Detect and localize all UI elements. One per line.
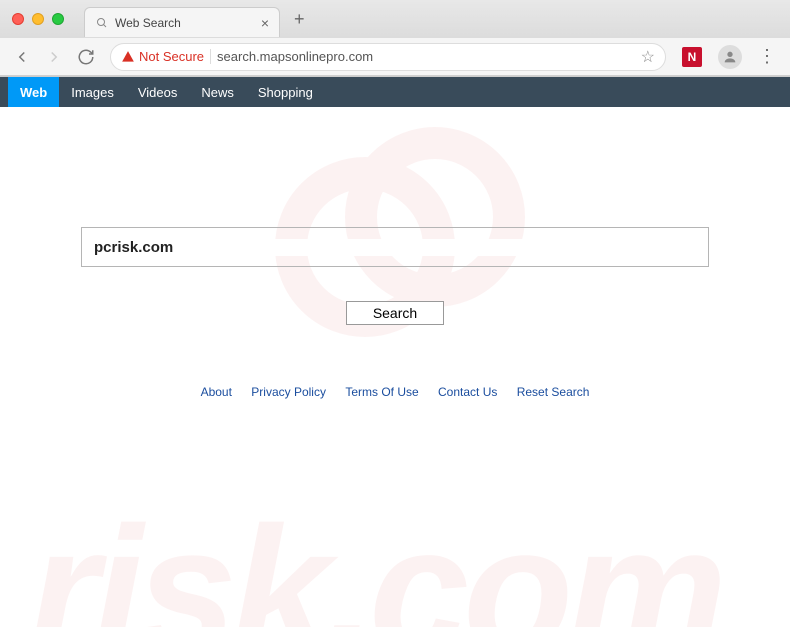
- tab-images[interactable]: Images: [59, 77, 126, 107]
- forward-button[interactable]: [40, 43, 68, 71]
- search-box: [81, 227, 709, 267]
- search-icon: [95, 16, 109, 30]
- browser-tab[interactable]: Web Search ×: [84, 7, 280, 37]
- security-warning[interactable]: Not Secure: [121, 49, 211, 64]
- close-tab-icon[interactable]: ×: [261, 15, 269, 31]
- footer-links: About Privacy Policy Terms Of Use Contac…: [0, 385, 790, 399]
- search-button[interactable]: Search: [346, 301, 444, 325]
- not-secure-label: Not Secure: [139, 49, 204, 64]
- tab-title: Web Search: [115, 16, 255, 30]
- tab-videos[interactable]: Videos: [126, 77, 190, 107]
- bookmark-star-icon[interactable]: ☆: [641, 47, 655, 67]
- tab-web[interactable]: Web: [8, 77, 59, 107]
- browser-menu-button[interactable]: ⋮: [752, 46, 782, 67]
- tab-bar: Web Search × +: [0, 0, 790, 38]
- footer-link-contact[interactable]: Contact Us: [438, 385, 497, 399]
- back-button[interactable]: [8, 43, 36, 71]
- footer-link-terms[interactable]: Terms Of Use: [345, 385, 418, 399]
- page-content: risk.com Web Images Videos News Shopping…: [0, 77, 790, 399]
- address-bar[interactable]: Not Secure search.mapsonlinepro.com ☆: [110, 43, 666, 71]
- new-tab-button[interactable]: +: [294, 9, 305, 30]
- tab-shopping[interactable]: Shopping: [246, 77, 325, 107]
- footer-link-about[interactable]: About: [201, 385, 232, 399]
- maximize-window-button[interactable]: [52, 13, 64, 25]
- browser-chrome: Web Search × + Not Secure search.mapsonl…: [0, 0, 790, 77]
- search-area: Search: [0, 107, 790, 325]
- minimize-window-button[interactable]: [32, 13, 44, 25]
- search-input[interactable]: [94, 239, 696, 256]
- profile-avatar[interactable]: [718, 45, 742, 69]
- footer-link-privacy[interactable]: Privacy Policy: [251, 385, 326, 399]
- close-window-button[interactable]: [12, 13, 24, 25]
- person-icon: [722, 49, 738, 65]
- url-text: search.mapsonlinepro.com: [217, 49, 373, 64]
- browser-toolbar: Not Secure search.mapsonlinepro.com ☆ N …: [0, 38, 790, 76]
- window-controls: [8, 13, 72, 25]
- extension-badge[interactable]: N: [682, 47, 702, 67]
- footer-link-reset[interactable]: Reset Search: [517, 385, 590, 399]
- tab-news[interactable]: News: [189, 77, 246, 107]
- search-category-tabs: Web Images Videos News Shopping: [0, 77, 790, 107]
- reload-button[interactable]: [72, 43, 100, 71]
- warning-icon: [121, 50, 135, 64]
